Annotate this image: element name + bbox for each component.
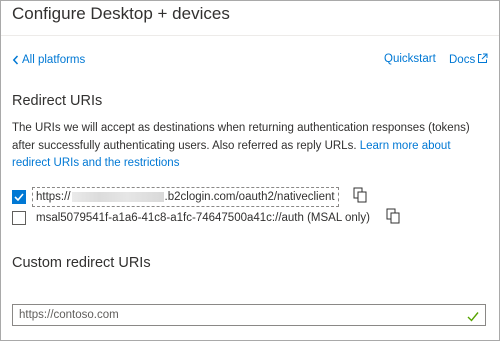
all-platforms-link[interactable]: All platforms <box>12 53 85 67</box>
all-platforms-label: All platforms <box>22 54 86 66</box>
redirect-uris-description: The URIs we will accept as destinations … <box>12 120 488 173</box>
uri-checkbox-2[interactable] <box>12 211 26 225</box>
valid-check-icon <box>467 309 479 327</box>
redirect-uri-row-1: https:// .b2clogin.com/oauth2/nativeclie… <box>12 187 367 207</box>
redirect-uris-heading: Redirect URIs <box>12 93 103 109</box>
quickstart-link[interactable]: Quickstart <box>384 53 436 65</box>
chevron-left-icon <box>12 55 19 65</box>
checkmark-icon <box>14 193 24 201</box>
copy-icon[interactable] <box>386 208 400 229</box>
uri-value-2[interactable]: msal5079541f-a1a6-41c8-a1fc-74647500a41c… <box>32 209 374 227</box>
redacted-tenant <box>71 192 164 202</box>
panel-header: Configure Desktop + devices <box>1 1 499 36</box>
configure-panel: Configure Desktop + devices All platform… <box>0 0 500 341</box>
uri-checkbox-1[interactable] <box>12 190 26 204</box>
copy-icon[interactable] <box>353 187 367 208</box>
custom-redirect-uri-field[interactable] <box>12 304 486 326</box>
custom-redirect-uri-input[interactable] <box>13 305 465 325</box>
external-link-icon <box>477 53 488 67</box>
uri-value-1[interactable]: https:// .b2clogin.com/oauth2/nativeclie… <box>32 187 339 207</box>
docs-link[interactable]: Docs <box>449 53 488 67</box>
redirect-uri-row-2: msal5079541f-a1a6-41c8-a1fc-74647500a41c… <box>12 208 400 228</box>
uri-prefix: https:// <box>36 191 71 203</box>
custom-redirect-uris-heading: Custom redirect URIs <box>12 255 151 271</box>
page-title: Configure Desktop + devices <box>12 4 230 23</box>
docs-label: Docs <box>449 54 476 66</box>
uri-suffix: .b2clogin.com/oauth2/nativeclient <box>164 191 335 203</box>
